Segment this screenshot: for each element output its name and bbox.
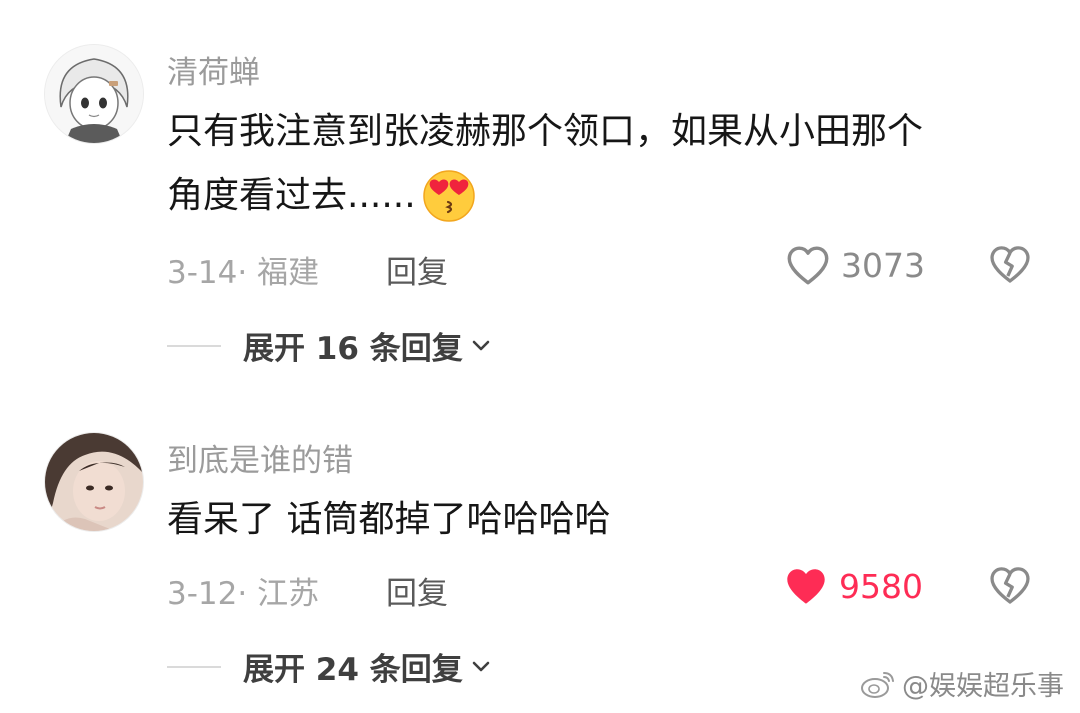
avatar[interactable] (44, 44, 144, 144)
broken-heart-icon (990, 567, 1030, 604)
divider-line (167, 344, 221, 347)
broken-heart-icon (990, 246, 1030, 283)
weibo-icon (861, 671, 894, 698)
comment-text-line: 角度看过去...... (167, 164, 923, 228)
comment-username[interactable]: 到底是谁的错 (167, 435, 353, 480)
dislike-button[interactable] (988, 564, 1032, 610)
like-button[interactable]: 9580 (783, 565, 923, 607)
comment-username[interactable]: 清荷蝉 (167, 47, 260, 92)
divider-line (167, 665, 221, 668)
comment-text: 看呆了 话筒都掉了哈哈哈哈 (167, 488, 610, 552)
expand-replies-label: 展开 16 条回复 (243, 331, 463, 367)
reply-button[interactable]: 回复 (386, 247, 448, 292)
expand-replies-label: 展开 24 条回复 (243, 652, 463, 688)
reply-button[interactable]: 回复 (386, 568, 448, 613)
avatar[interactable] (44, 432, 144, 532)
watermark: @娱娱超乐事 (860, 664, 1064, 703)
dislike-button[interactable] (988, 243, 1032, 289)
comment-text-line: 看呆了 话筒都掉了哈哈哈哈 (167, 499, 611, 540)
like-button[interactable]: 3073 (785, 244, 925, 286)
kissing-heart-eyes-emoji (420, 167, 478, 225)
comment-meta: 3-12· 江苏 (167, 576, 320, 612)
like-count: 3073 (841, 245, 925, 285)
comment-text-line-content: 角度看过去...... (167, 175, 416, 216)
chevron-down-icon (472, 340, 490, 350)
chevron-down-icon (472, 661, 490, 671)
comment-text: 只有我注意到张凌赫那个领口，如果从小田那个 角度看过去...... (167, 100, 923, 228)
watermark-text: @娱娱超乐事 (902, 671, 1064, 702)
comment-text-line: 只有我注意到张凌赫那个领口，如果从小田那个 (167, 111, 924, 152)
heart-filled-icon (787, 569, 825, 604)
comment-meta: 3-14· 福建 (167, 255, 320, 291)
expand-replies[interactable]: 展开 24 条回复 (167, 644, 491, 689)
heart-outline-icon (787, 246, 829, 285)
expand-replies[interactable]: 展开 16 条回复 (167, 323, 491, 368)
like-count: 9580 (839, 566, 923, 606)
